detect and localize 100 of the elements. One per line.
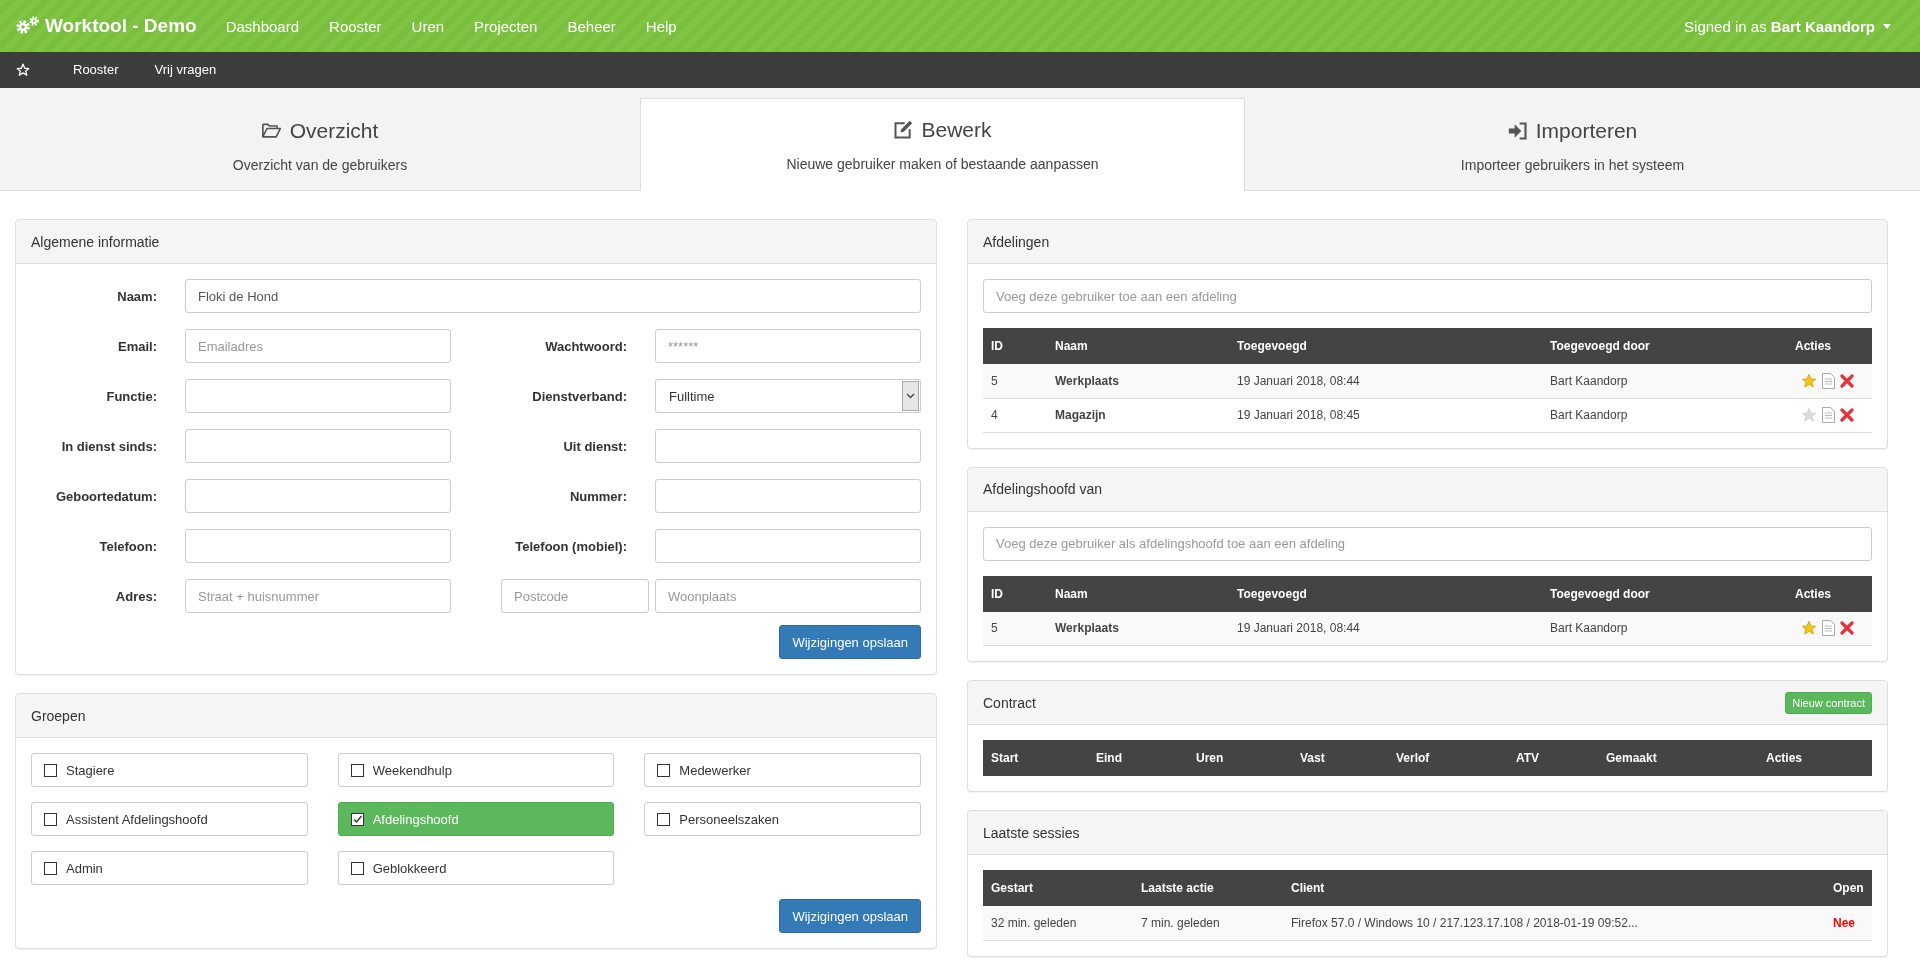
save-button[interactable]: Wijzigingen opslaan [779,625,921,659]
panel-title: Algemene informatie [31,233,160,250]
table-cell: Bart Kaandorp [1542,398,1787,432]
sign-in-icon [1507,120,1528,141]
column-header: Gemaakt [1598,740,1758,776]
document-icon[interactable] [1822,620,1835,637]
column-header: ID [983,328,1047,364]
column-header: Toegevoegd [1229,575,1542,612]
star-icon[interactable] [1801,620,1817,637]
tab[interactable]: Overzicht Overzicht van de gebruikers [0,99,640,191]
table-cell: Firefox 57.0 / Windows 10 / 217.123.17.108 / 2018-01-19 09:52... [1283,906,1825,940]
star-icon[interactable] [1801,407,1817,423]
text-field[interactable]: Straat + huisnummer [185,579,451,613]
select-field[interactable]: Fulltime [655,379,921,413]
text-field[interactable] [185,479,451,513]
delete-icon[interactable] [1840,373,1854,388]
text-field[interactable] [655,429,921,463]
panel-title: Contract [983,694,1036,711]
group-checkbox[interactable]: Weekendhulp [337,753,615,787]
column-header: Client [1283,870,1825,906]
column-header: Start [983,740,1088,776]
delete-icon[interactable] [1840,621,1854,636]
table-cell: 7 min. geleden [1133,906,1283,940]
column-header: Toegevoegd door [1542,328,1787,364]
field-label: Wachtwoord: [544,338,627,354]
column-header: Acties [1787,575,1872,612]
document-icon[interactable] [1822,407,1835,423]
text-field[interactable]: Voeg deze gebruiker toe aan een afdeling [983,279,1872,313]
group-checkbox[interactable]: Personeelszaken [644,802,921,836]
column-header: Gestart [983,870,1133,906]
column-header: Verlof [1388,740,1508,776]
field-label: Functie: [105,388,157,404]
panel-title: Afdelingshoofd van [983,481,1103,497]
text-field[interactable] [655,479,921,513]
column-header: Toegevoegd door [1542,575,1787,612]
column-header: Acties [1787,328,1872,364]
gears-icon [15,15,40,37]
field-label: Dienstverband: [531,388,627,404]
tab[interactable]: Importeren Importeer gebruikers in het systeem [1245,99,1900,191]
group-checkbox[interactable]: Admin [31,851,308,885]
document-icon[interactable] [1822,372,1835,389]
table-cell: 32 min. geleden [983,906,1133,940]
field-label: Geboortedatum: [54,488,157,504]
delete-icon[interactable] [1840,408,1854,422]
table-cell: 19 Januari 2018, 08:44 [1229,364,1542,398]
tab[interactable]: Bewerk Nieuwe gebruiker maken of bestaande aanpassen [640,98,1245,191]
field-label: Email: [117,338,157,354]
table-cell: 4 [983,398,1047,432]
field-label: Telefoon: [98,538,157,554]
column-header: Laatste actie [1133,870,1283,906]
star-icon[interactable] [1801,372,1817,389]
group-checkbox[interactable]: Stagiere [31,753,308,787]
text-field[interactable]: ****** [655,329,921,363]
group-checkbox[interactable]: Assistent Afdelingshoofd [31,802,308,836]
table-cell: 5 [983,364,1047,398]
field-label: In dienst sinds: [60,438,157,454]
text-field[interactable] [185,429,451,463]
column-header: Naam [1047,328,1229,364]
chevron-icon [906,393,915,399]
text-field[interactable] [185,529,451,563]
text-field[interactable]: Postcode [501,579,649,613]
table-cell: Werkplaats [1047,611,1229,646]
column-header: Uren [1188,740,1292,776]
nav-link[interactable]: Rooster [55,52,137,88]
text-field[interactable] [185,379,451,413]
text-field[interactable]: Voeg deze gebruiker als afdelingshoofd toe aan een afdeling [983,526,1872,561]
table-cell: Nee [1825,906,1872,940]
text-field[interactable]: Floki de Hond [185,279,921,313]
text-field[interactable] [655,529,921,563]
column-header: Naam [1047,575,1229,612]
edit-icon [893,120,914,140]
caret-icon [1883,23,1891,29]
column-header: Acties [1758,740,1872,776]
nav-link[interactable]: Vrij vragen [136,52,235,88]
group-checkbox[interactable]: Geblokkeerd [337,851,615,885]
column-header: ATV [1508,740,1598,776]
table-cell: 19 Januari 2018, 08:45 [1229,398,1542,432]
field-label: Naam: [116,288,157,304]
column-header: Eind [1088,740,1188,776]
text-field[interactable]: Emailadres [185,329,451,363]
field-label: Uit dienst: [562,438,627,454]
field-label: Telefoon (mobiel): [514,538,627,554]
table-cell: Bart Kaandorp [1542,611,1787,646]
field-label: Adres: [114,588,157,604]
column-header: ID [983,575,1047,612]
column-header: Open [1825,870,1872,906]
table-cell: 19 Januari 2018, 08:44 [1229,611,1542,646]
column-header: Toegevoegd [1229,328,1542,364]
panel-title: Laatste sessies [983,824,1080,841]
column-header: Vast [1292,740,1388,776]
table-cell: 5 [983,611,1047,646]
save-button[interactable]: Wijzigingen opslaan [779,899,921,933]
table-cell: Magazijn [1047,398,1229,432]
panel-title: Groepen [31,707,86,724]
text-field[interactable]: Woonplaats [655,579,921,613]
group-checkbox[interactable]: Medewerker [644,753,921,787]
panel-title: Afdelingen [983,233,1050,250]
table-cell: Bart Kaandorp [1542,364,1787,398]
field-label: Nummer: [568,488,627,504]
table-cell: Werkplaats [1047,364,1229,398]
